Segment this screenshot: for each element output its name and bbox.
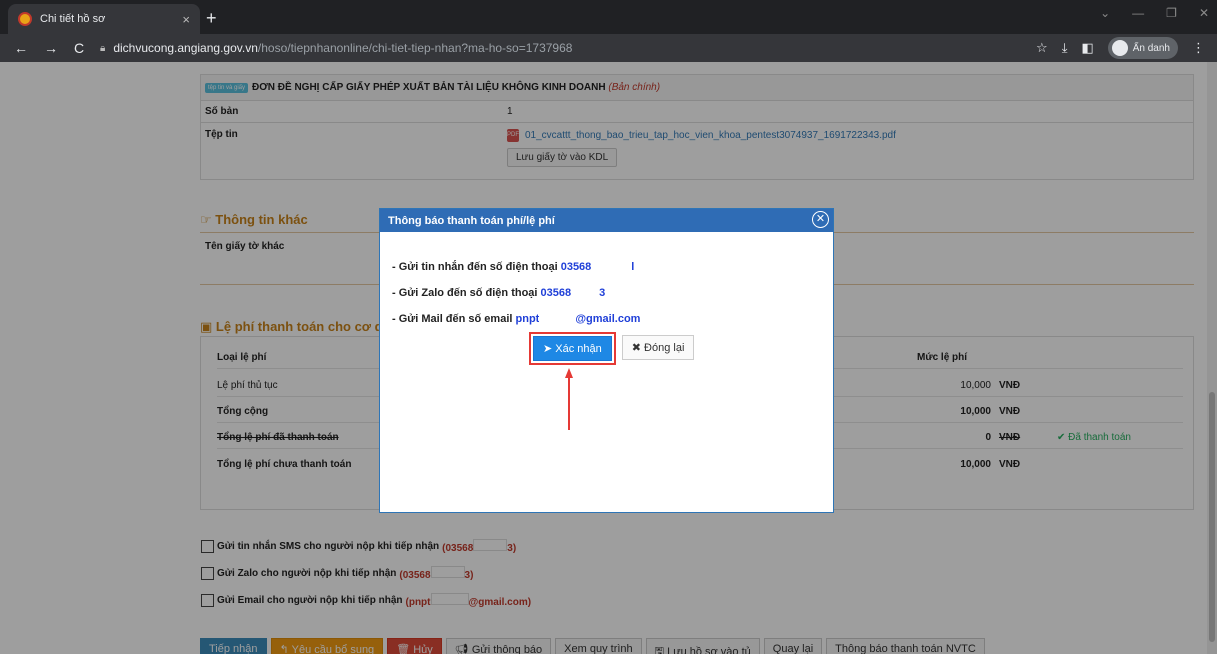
bookmark-star-icon[interactable]: ☆ <box>1036 40 1048 56</box>
incognito-icon <box>1111 40 1128 56</box>
url-path: /hoso/tiepnhanonline/chi-tiet-tiep-nhan?… <box>257 41 573 55</box>
browser-tabbar: Chi tiết hồ sơ × + ⌄ — ❐ ✕ <box>0 0 1217 34</box>
confirm-highlight: ➤ Xác nhận <box>529 332 616 365</box>
modal-close-icon[interactable]: ✕ <box>812 211 829 228</box>
url-host: dichvucong.angiang.gov.vn <box>113 41 258 55</box>
confirm-label: Xác nhận <box>555 343 602 355</box>
modal-zalo-line: - Gửi Zalo đến số điện thoại 03568 3 <box>392 284 605 299</box>
modal-header: Thông báo thanh toán phí/lệ phí ✕ <box>380 209 833 232</box>
address-bar: ← → C 🔒︎ dichvucong.angiang.gov.vn /hoso… <box>0 34 1217 62</box>
window-controls: ⌄ — ❐ ✕ <box>1100 6 1209 20</box>
confirm-button[interactable]: ➤ Xác nhận <box>533 336 612 361</box>
browser-tab[interactable]: Chi tiết hồ sơ × <box>8 4 200 34</box>
incognito-badge[interactable]: Ẩn danh <box>1107 37 1178 59</box>
back-arrow-icon[interactable]: ← <box>14 40 28 56</box>
download-icon[interactable]: ⤓ <box>1062 40 1068 56</box>
close-modal-button[interactable]: ✖ Đóng lại <box>621 335 695 360</box>
lock-icon: 🔒︎ <box>100 42 106 54</box>
annotation-arrow <box>565 368 573 430</box>
incognito-label: Ẩn danh <box>1132 42 1170 54</box>
sidepanel-icon[interactable]: ◧ <box>1081 40 1093 56</box>
modal-title: Thông báo thanh toán phí/lệ phí <box>388 214 555 227</box>
tab-close-icon[interactable]: × <box>182 12 190 27</box>
minimize-icon[interactable]: — <box>1132 6 1144 20</box>
site-favicon-icon <box>18 12 32 26</box>
menu-kebab-icon[interactable]: ⋮ <box>1192 40 1205 56</box>
payment-notice-modal: Thông báo thanh toán phí/lệ phí ✕ - Gửi … <box>379 208 834 513</box>
modal-sms-line: - Gửi tin nhắn đến số điện thoại 03568 l <box>392 258 634 273</box>
reload-icon[interactable]: C <box>74 40 84 56</box>
forward-arrow-icon[interactable]: → <box>44 40 58 56</box>
close-label: Đóng lại <box>644 342 685 354</box>
tab-search-icon[interactable]: ⌄ <box>1100 6 1110 20</box>
tab-title: Chi tiết hồ sơ <box>40 13 106 25</box>
x-icon: ✖ <box>631 342 641 354</box>
restore-icon[interactable]: ❐ <box>1166 6 1177 20</box>
new-tab-button[interactable]: + <box>206 8 217 29</box>
send-plane-icon: ➤ <box>543 343 553 355</box>
modal-mail-line: - Gửi Mail đến số email pnpt @gmail.com <box>392 310 640 325</box>
url-field[interactable]: 🔒︎ dichvucong.angiang.gov.vn /hoso/tiepn… <box>100 41 1036 55</box>
window-close-icon[interactable]: ✕ <box>1199 6 1209 20</box>
